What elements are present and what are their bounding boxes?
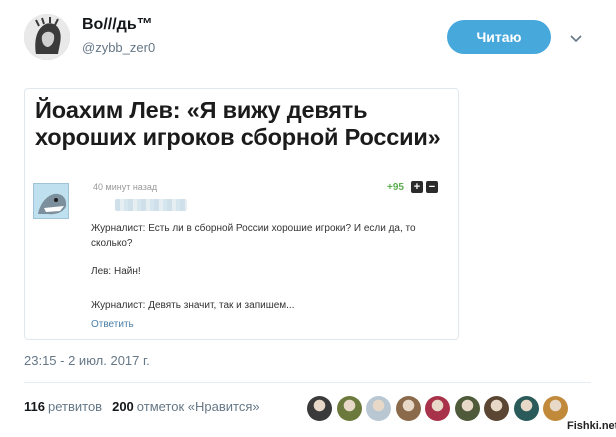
liker-avatar-5[interactable]	[425, 396, 450, 421]
comment-line-2: Лев: Найн!	[91, 266, 141, 277]
comment-score: +95	[387, 182, 404, 193]
retweets-stat[interactable]: 116 ретвитов	[24, 399, 102, 414]
liker-avatar-1[interactable]	[307, 396, 332, 421]
comment-line-1: Журналист: Есть ли в сборной России хоро…	[91, 223, 416, 249]
divider	[24, 382, 591, 383]
follow-button[interactable]: Читаю	[447, 20, 551, 54]
liker-avatar-4[interactable]	[395, 396, 421, 421]
embedded-image-card[interactable]: Йоахим Лев: «Я вижу девять хороших игрок…	[24, 88, 459, 340]
likes-label: отметок «Нравится»	[136, 399, 260, 414]
liker-avatar-7[interactable]	[484, 396, 509, 421]
reply-link[interactable]: Ответить	[91, 319, 134, 330]
downvote-icon[interactable]: −	[426, 181, 438, 193]
tweet-timestamp[interactable]: 23:15 - 2 июл. 2017 г.	[24, 353, 150, 368]
user-display-name[interactable]: Bo///дь™	[82, 16, 153, 34]
comment-line-3: Журналист: Девять значит, так и запишем.…	[91, 300, 295, 311]
likes-count: 200	[112, 399, 134, 414]
profile-avatar[interactable]	[24, 14, 70, 60]
liker-avatar-6[interactable]	[454, 396, 480, 421]
retweets-count: 116	[24, 399, 45, 414]
liker-avatar-8[interactable]	[513, 396, 539, 421]
comment-time: 40 минут назад	[93, 182, 158, 192]
retweets-label: ретвитов	[47, 399, 103, 414]
upvote-icon[interactable]: +	[411, 181, 423, 193]
commenter-avatar	[33, 183, 69, 219]
likes-stat[interactable]: 200 отметок «Нравится»	[112, 399, 260, 414]
liker-avatar-3[interactable]	[366, 396, 391, 421]
blurred-username	[115, 199, 187, 211]
liker-avatar-2[interactable]	[336, 396, 362, 421]
tweet-stats: 116 ретвитов 200 отметок «Нравится»	[24, 399, 260, 414]
article-title: Йоахим Лев: «Я вижу девять хороших игрок…	[35, 97, 441, 150]
watermark: Fishki.net	[567, 420, 616, 432]
chevron-down-icon[interactable]	[568, 30, 584, 46]
liker-avatar-9[interactable]	[543, 396, 568, 421]
user-handle[interactable]: @zybb_zer0	[82, 40, 155, 55]
